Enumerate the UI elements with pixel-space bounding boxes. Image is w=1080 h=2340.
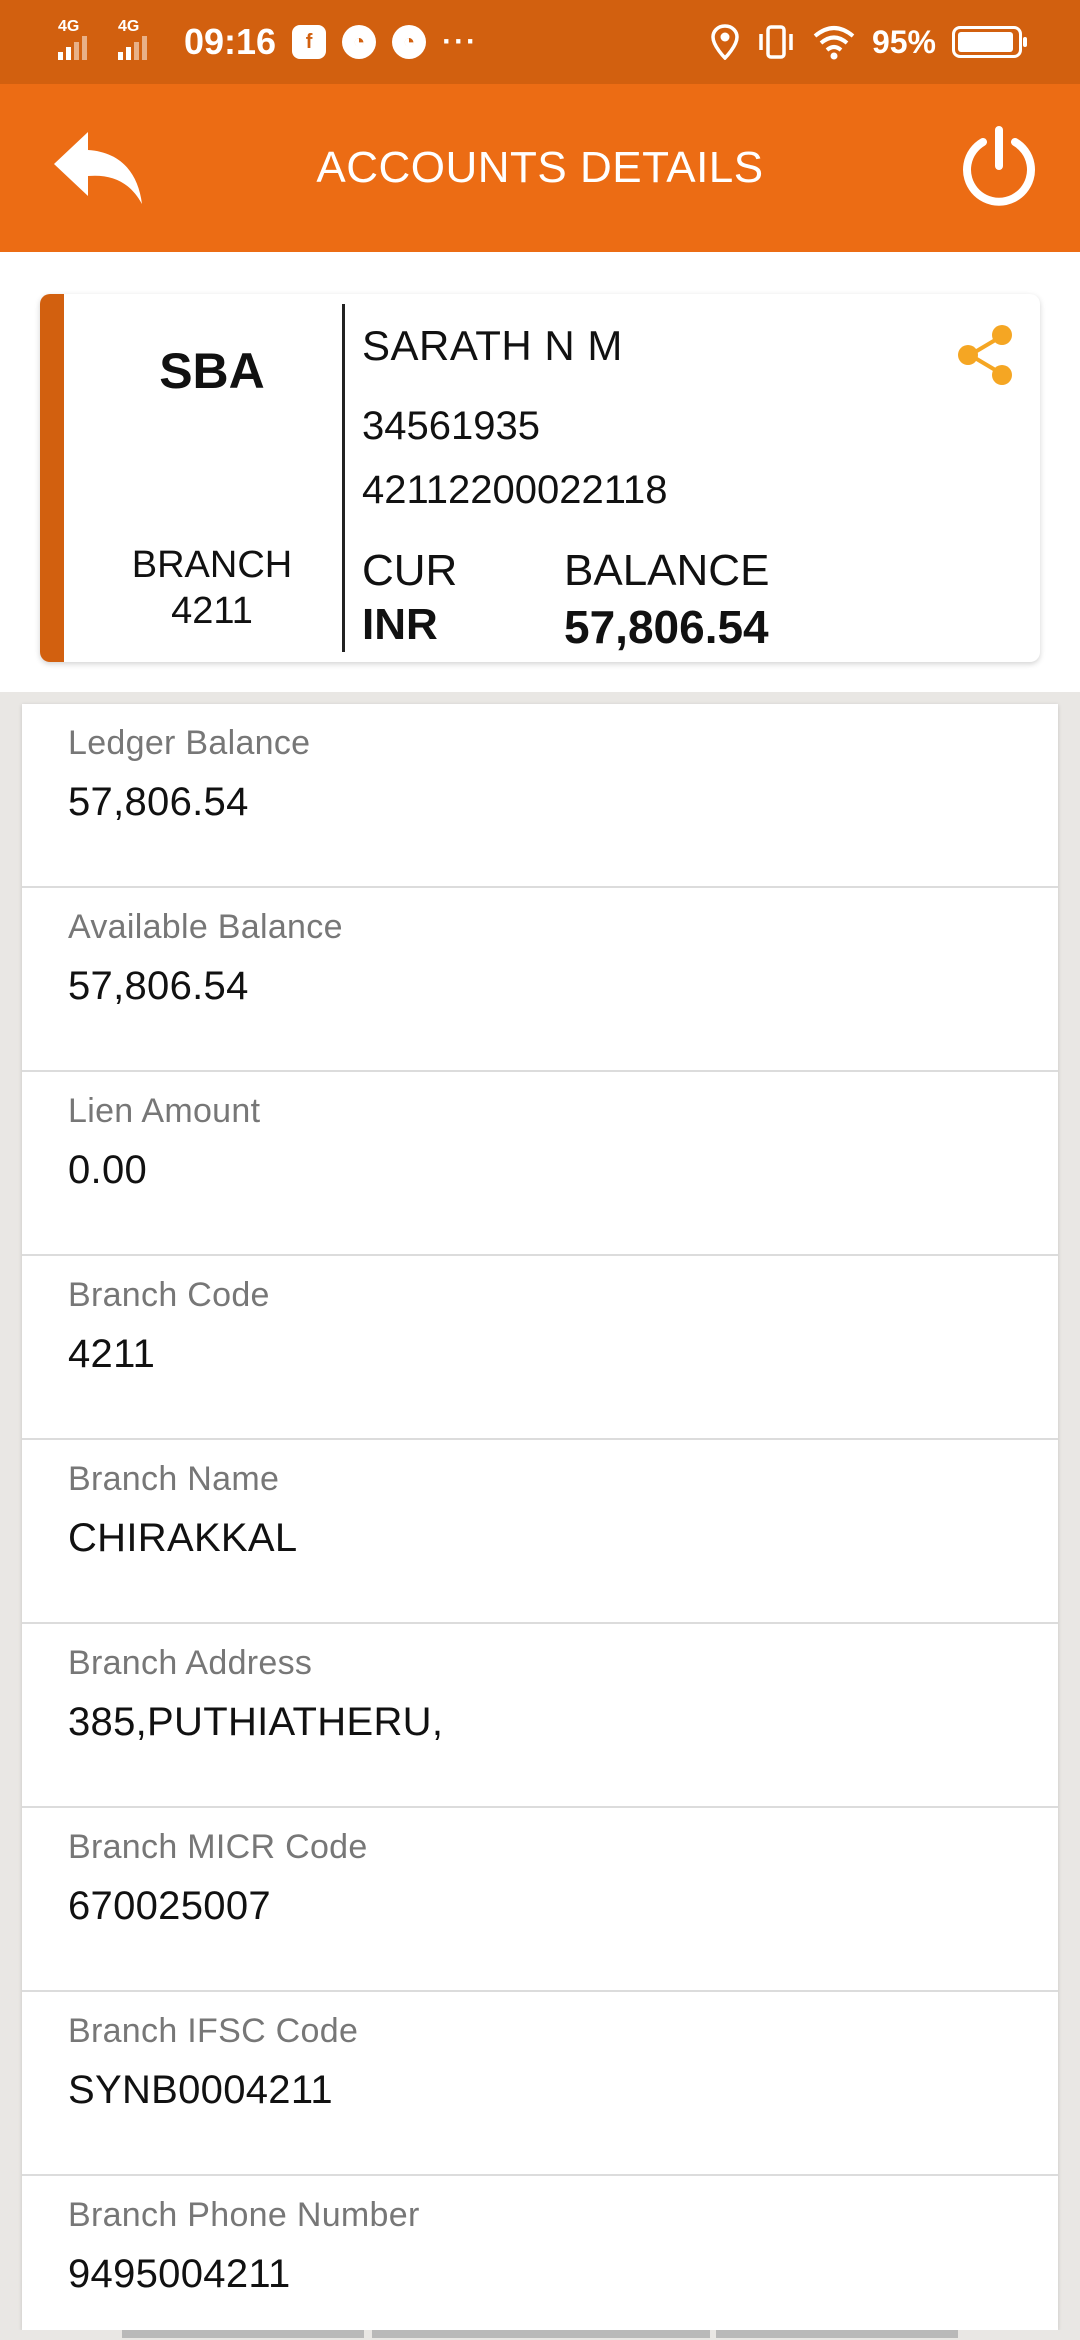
status-bar: 4G 4G 09:16 f ◔ ◔ ··· 95% [0, 0, 1080, 84]
facebook-icon: f [292, 25, 327, 59]
battery-icon [952, 26, 1027, 58]
balance-label: BALANCE [564, 546, 770, 595]
detail-label: Branch Code [68, 1276, 270, 1314]
network-type-2: 4G [118, 18, 140, 35]
detail-row-branch-address: Branch Address 385,PUTHIATHERU, [22, 1624, 1058, 1808]
battery-percentage: 95% [871, 23, 936, 60]
branch-number: 4211 [171, 590, 253, 632]
detail-value: 57,806.54 [68, 780, 249, 824]
account-number: 42112200022118 [362, 468, 668, 512]
share-icon[interactable] [954, 322, 1020, 388]
card-right-panel: SARATH N M 34561935 42112200022118 CUR I… [362, 294, 1040, 662]
speedometer-icon: ◔ [342, 25, 377, 59]
detail-row-branch-phone-number: Branch Phone Number 9495004211 [22, 2176, 1058, 2340]
bottom-scroll-indicator [0, 2330, 1080, 2340]
page-title: ACCOUNTS DETAILS [316, 143, 764, 192]
detail-value: 670025007 [68, 1884, 271, 1928]
signal-icon: 4G [118, 18, 162, 64]
account-summary-area: SBA BRANCH 4211 SARATH N M 34561935 4211… [0, 252, 1080, 692]
location-icon [711, 24, 739, 60]
currency-label: CUR [362, 546, 458, 595]
detail-value: 4211 [68, 1332, 156, 1376]
detail-value: 0.00 [68, 1148, 148, 1192]
signal-icon: 4G [58, 18, 102, 64]
detail-row-branch-name: Branch Name CHIRAKKAL [22, 1440, 1058, 1624]
account-holder-name: SARATH N M [362, 322, 623, 369]
branch-label: BRANCH [131, 544, 293, 586]
currency-value: INR [362, 600, 438, 649]
detail-label: Branch MICR Code [68, 1828, 368, 1866]
status-right: 95% [710, 23, 1027, 61]
account-type: SBA [159, 343, 265, 399]
app-bar: ACCOUNTS DETAILS [0, 84, 1080, 252]
card-divider [342, 304, 345, 652]
balance-value: 57,806.54 [564, 601, 769, 653]
more-notifications-icon: ··· [442, 25, 479, 58]
detail-value: SYNB0004211 [68, 2068, 333, 2112]
detail-row-branch-micr-code: Branch MICR Code 670025007 [22, 1808, 1058, 1992]
card-left-panel: SBA BRANCH 4211 [64, 294, 360, 662]
card-accent-bar [40, 294, 64, 662]
wifi-icon [813, 26, 855, 60]
detail-row-ledger-balance: Ledger Balance 57,806.54 [22, 704, 1058, 888]
detail-value: CHIRAKKAL [68, 1516, 298, 1560]
detail-value: 57,806.54 [68, 964, 249, 1008]
back-button[interactable] [50, 126, 144, 210]
clock: 09:16 [184, 21, 277, 62]
detail-label: Branch Name [68, 1460, 280, 1498]
detail-row-branch-code: Branch Code 4211 [22, 1256, 1058, 1440]
logout-power-button[interactable] [956, 124, 1042, 210]
detail-value: 385,PUTHIATHERU, [68, 1700, 444, 1744]
status-left: 4G 4G 09:16 f ◔ ◔ ··· [58, 18, 479, 64]
network-type-1: 4G [58, 18, 80, 35]
detail-label: Lien Amount [68, 1092, 261, 1130]
account-details-list: Ledger Balance 57,806.54 Available Balan… [22, 704, 1058, 2330]
account-summary-card: SBA BRANCH 4211 SARATH N M 34561935 4211… [40, 294, 1040, 662]
detail-row-branch-ifsc-code: Branch IFSC Code SYNB0004211 [22, 1992, 1058, 2176]
vibrate-icon [759, 25, 793, 59]
detail-row-available-balance: Available Balance 57,806.54 [22, 888, 1058, 1072]
detail-label: Branch Address [68, 1644, 313, 1682]
detail-label: Branch IFSC Code [68, 2012, 359, 2050]
detail-label: Branch Phone Number [68, 2196, 420, 2234]
detail-row-lien-amount: Lien Amount 0.00 [22, 1072, 1058, 1256]
detail-value: 9495004211 [68, 2252, 291, 2296]
speedometer-icon: ◔ [392, 25, 427, 59]
detail-label: Ledger Balance [68, 724, 311, 762]
detail-label: Available Balance [68, 908, 343, 946]
customer-id: 34561935 [362, 404, 540, 448]
